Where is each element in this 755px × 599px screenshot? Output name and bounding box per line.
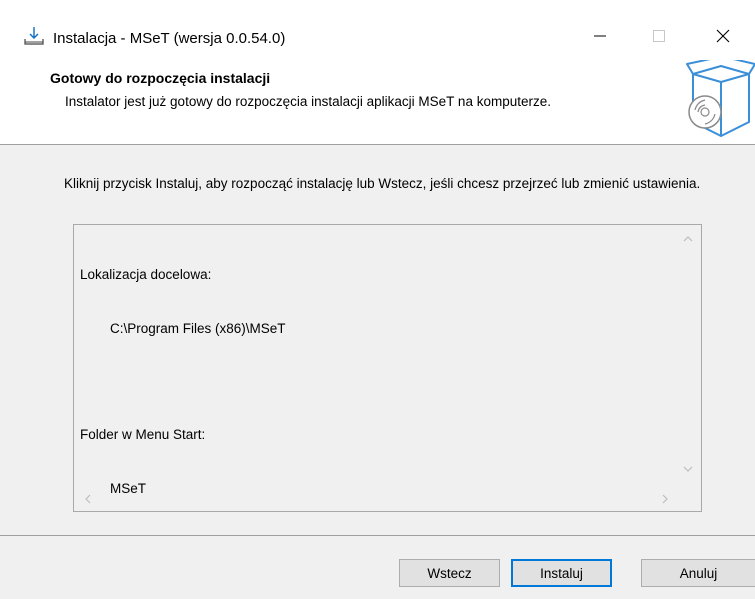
footer-divider xyxy=(0,535,755,536)
scroll-left-icon[interactable] xyxy=(80,491,96,507)
instructions-text: Kliknij przycisk Instaluj, aby rozpocząć… xyxy=(64,176,701,191)
window-title: Instalacja - MSeT (wersja 0.0.54.0) xyxy=(53,30,286,47)
scroll-up-icon[interactable] xyxy=(680,231,696,247)
title-bar: Instalacja - MSeT (wersja 0.0.54.0) xyxy=(0,0,755,60)
wizard-header: Gotowy do rozpoczęcia instalacji Instala… xyxy=(0,57,755,145)
close-icon xyxy=(716,29,730,46)
start-menu-label: Folder w Menu Start: xyxy=(80,427,206,442)
destination-value: C:\Program Files (x86)\MSeT xyxy=(110,321,286,336)
maximize-icon xyxy=(653,29,665,45)
cancel-button[interactable]: Anuluj xyxy=(641,559,755,587)
page-subtitle: Instalator jest już gotowy do rozpoczęci… xyxy=(65,94,551,109)
horizontal-scrollbar[interactable] xyxy=(74,487,677,511)
software-box-icon xyxy=(683,57,755,140)
scroll-right-icon[interactable] xyxy=(657,491,673,507)
ready-memo[interactable]: Lokalizacja docelowa: C:\Program Files (… xyxy=(73,224,702,512)
scroll-down-icon[interactable] xyxy=(680,461,696,477)
maximize-button[interactable] xyxy=(636,20,682,54)
vertical-scrollbar[interactable] xyxy=(675,225,701,487)
installer-window: Instalacja - MSeT (wersja 0.0.54.0) Goto… xyxy=(0,0,755,599)
destination-label: Lokalizacja docelowa: xyxy=(80,267,212,282)
minimize-button[interactable] xyxy=(577,20,623,54)
download-icon xyxy=(24,26,44,46)
close-button[interactable] xyxy=(700,20,746,54)
install-button[interactable]: Instaluj xyxy=(511,559,612,587)
page-title: Gotowy do rozpoczęcia instalacji xyxy=(50,70,271,86)
back-button[interactable]: Wstecz xyxy=(399,559,500,587)
minimize-icon xyxy=(594,30,606,45)
